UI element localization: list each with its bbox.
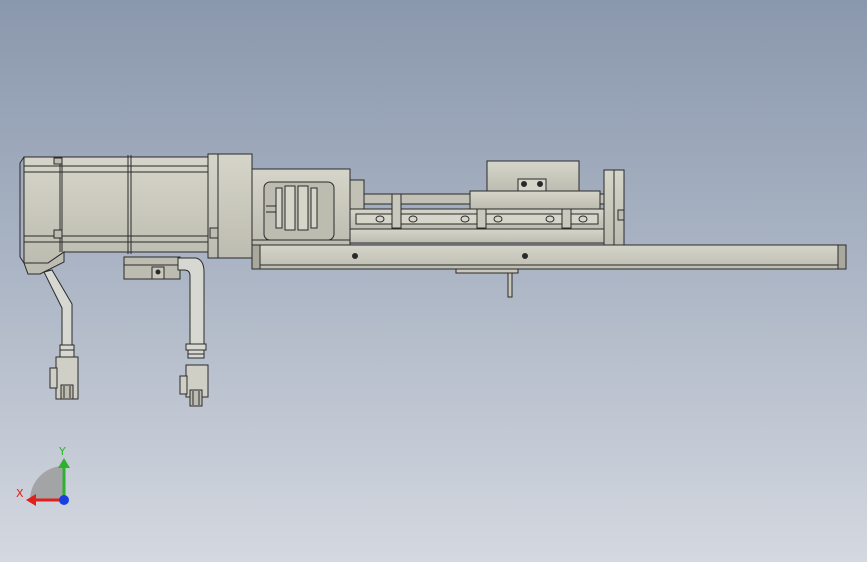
carriage: [469, 160, 601, 210]
model-view: Y X: [16, 153, 847, 506]
motor-flange: [207, 153, 253, 259]
encoder-connector: [179, 364, 209, 407]
axis-triad: Y X: [16, 445, 70, 506]
x-axis-label: X: [16, 487, 24, 500]
power-cable: [43, 269, 75, 358]
base-beam: [251, 244, 847, 270]
cad-viewport[interactable]: Y X: [0, 0, 867, 562]
y-axis-arrowhead: [58, 458, 70, 468]
end-block: [603, 169, 625, 246]
z-axis-dot: [59, 495, 69, 505]
sensor-bracket: [455, 268, 519, 298]
encoder-connector-block: [123, 256, 181, 280]
y-axis-label: Y: [58, 445, 66, 458]
motor: [19, 155, 209, 264]
power-connector: [49, 356, 79, 400]
encoder-cable: [177, 257, 207, 359]
